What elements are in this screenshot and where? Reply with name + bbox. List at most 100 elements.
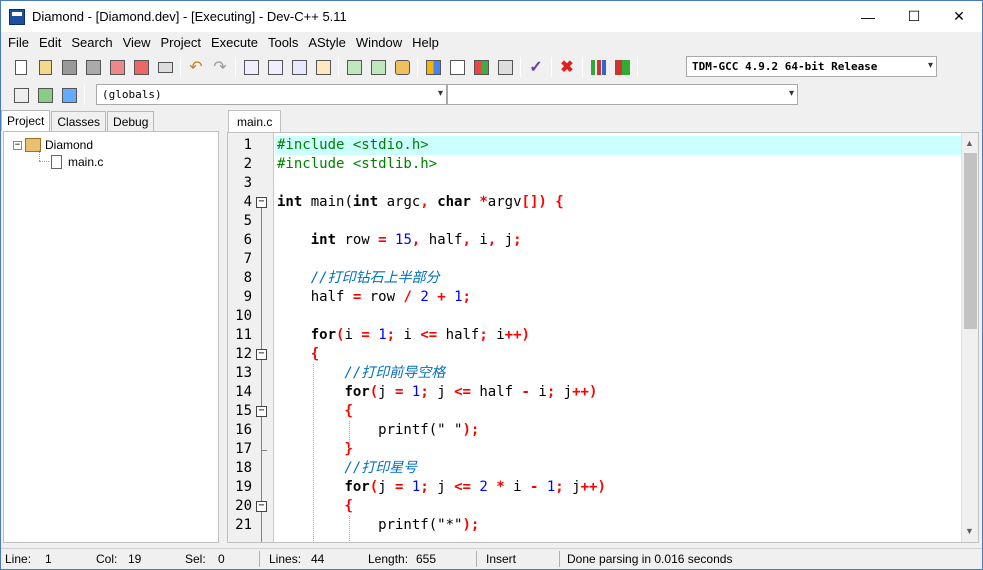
undo-icon: ↶ — [189, 59, 203, 76]
save-all-button[interactable] — [82, 56, 104, 78]
scroll-up-icon[interactable]: ▲ — [965, 138, 974, 148]
tab-classes[interactable]: Classes — [51, 111, 107, 131]
scope-select[interactable]: (globals) ▾ — [96, 84, 447, 105]
line-number: 12 — [235, 346, 252, 362]
remove-from-project-button[interactable] — [367, 56, 389, 78]
minimize-button[interactable]: — — [845, 1, 891, 32]
code-line[interactable] — [275, 250, 963, 269]
checkmark-icon: ✓ — [529, 59, 543, 76]
project-options-button[interactable] — [391, 56, 413, 78]
status-mode: Insert — [486, 552, 517, 566]
redo-button[interactable]: ↷ — [209, 56, 231, 78]
find-button[interactable] — [240, 56, 262, 78]
close-button[interactable]: ✕ — [936, 1, 982, 32]
syntax-check-button[interactable]: ✓ — [525, 56, 547, 78]
line-number: 9 — [243, 289, 252, 305]
save-button[interactable] — [58, 56, 80, 78]
menu-astyle[interactable]: AStyle — [303, 35, 351, 50]
goto-function-button[interactable] — [312, 56, 334, 78]
run-button[interactable] — [446, 56, 468, 78]
code-line[interactable]: for(j = 1; j <= 2 * i - 1; j++) — [275, 478, 963, 497]
print-button[interactable] — [154, 56, 176, 78]
code-line[interactable]: for(i = 1; i <= half; i++) — [275, 326, 963, 345]
code-token: 15 — [395, 232, 412, 248]
status-length-label: Length: — [368, 552, 409, 566]
menu-view[interactable]: View — [118, 35, 156, 50]
vertical-scrollbar[interactable]: ▲ ▼ — [961, 133, 978, 542]
insert-button[interactable] — [10, 84, 32, 106]
fold-collapse-icon[interactable]: − — [256, 197, 267, 208]
profile-button[interactable] — [587, 56, 609, 78]
menu-help[interactable]: Help — [407, 35, 444, 50]
stop-execution-button[interactable]: ✖ — [556, 56, 578, 78]
code-token: j — [378, 479, 396, 495]
undo-button[interactable]: ↶ — [185, 56, 207, 78]
compile-button[interactable] — [422, 56, 444, 78]
menu-tools[interactable]: Tools — [263, 35, 303, 50]
code-line[interactable]: { — [275, 497, 963, 516]
status-length-value: 655 — [416, 552, 437, 566]
compiler-select[interactable]: TDM-GCC 4.9.2 64-bit Release ▾ — [686, 56, 937, 77]
menu-execute[interactable]: Execute — [206, 35, 263, 50]
code-line[interactable]: //打印星号 — [275, 459, 963, 478]
menu-project[interactable]: Project — [156, 35, 206, 50]
replace-button[interactable] — [264, 56, 286, 78]
code-line[interactable] — [275, 212, 963, 231]
code-line[interactable] — [275, 174, 963, 193]
code-token: , — [462, 232, 471, 248]
menu-window[interactable]: Window — [351, 35, 407, 50]
code-line[interactable]: { — [275, 345, 963, 364]
code-line[interactable] — [275, 307, 963, 326]
code-line[interactable]: int row = 15, half, i, j; — [275, 231, 963, 250]
menu-edit[interactable]: Edit — [34, 35, 66, 50]
maximize-button[interactable]: ☐ — [891, 1, 937, 32]
code-line[interactable]: } — [275, 440, 963, 459]
rebuild-all-button[interactable] — [494, 56, 516, 78]
open-button[interactable] — [34, 56, 56, 78]
goto-bookmark-button[interactable] — [58, 84, 80, 106]
collapse-icon[interactable]: − — [13, 140, 22, 150]
scrollbar-thumb[interactable] — [964, 153, 977, 329]
code-line[interactable]: #include <stdio.h> — [275, 136, 963, 155]
fold-end-tick — [261, 450, 267, 451]
delete-profile-button[interactable] — [611, 56, 633, 78]
new-file-button[interactable] — [10, 56, 32, 78]
code-line[interactable]: //打印钻石上半部分 — [275, 269, 963, 288]
toggle-bookmark-button[interactable] — [34, 84, 56, 106]
scroll-down-icon[interactable]: ▼ — [965, 526, 974, 536]
line-number: 3 — [243, 175, 252, 191]
tab-project[interactable]: Project — [1, 110, 51, 131]
close-file-button[interactable] — [106, 56, 128, 78]
code-line[interactable]: printf(" "); — [275, 421, 963, 440]
code-line[interactable]: half = row / 2 + 1; — [275, 288, 963, 307]
status-sel-value: 0 — [218, 552, 225, 566]
tree-node-project[interactable]: − Diamond — [13, 138, 93, 152]
code-line[interactable]: //打印前导空格 — [275, 364, 963, 383]
member-select[interactable]: ▾ — [447, 84, 798, 105]
goto-line-button[interactable] — [288, 56, 310, 78]
code-token: ); — [462, 517, 480, 533]
code-token: ( — [369, 384, 379, 400]
menu-file[interactable]: File — [3, 35, 34, 50]
left-panel-tabs: Project Classes Debug — [1, 110, 155, 131]
close-all-button[interactable] — [130, 56, 152, 78]
fold-collapse-icon[interactable]: − — [256, 501, 267, 512]
add-to-project-button[interactable] — [343, 56, 365, 78]
compile-run-button[interactable] — [470, 56, 492, 78]
code-line[interactable]: #include <stdlib.h> — [275, 155, 963, 174]
fold-collapse-icon[interactable]: − — [256, 349, 267, 360]
code-line[interactable]: for(j = 1; j <= half - i; j++) — [275, 383, 963, 402]
project-tree-panel: − Diamond main.c — [3, 131, 219, 543]
tab-debug[interactable]: Debug — [107, 111, 155, 131]
code-token: for — [344, 479, 370, 495]
bar-chart-icon — [590, 59, 606, 75]
editor-tab-main-c[interactable]: main.c — [228, 110, 282, 132]
tree-node-file[interactable]: main.c — [51, 155, 103, 169]
menu-search[interactable]: Search — [66, 35, 117, 50]
code-line[interactable]: int main(int argc, char *argv[]) { — [275, 193, 963, 212]
code-line[interactable]: { — [275, 402, 963, 421]
code-editor[interactable]: 1 2 3 4 5 6 7 8 9 10 11 12 13 14 15 16 17 18 19 20 21− − − − #i… — [227, 132, 979, 543]
code-line[interactable]: printf("*"); — [275, 516, 963, 535]
fold-collapse-icon[interactable]: − — [256, 406, 267, 417]
